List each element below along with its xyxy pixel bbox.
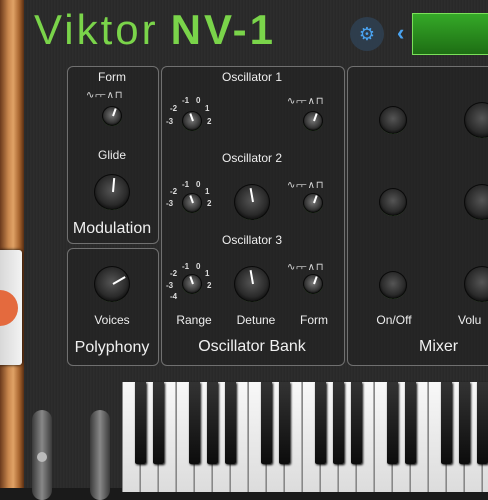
range-tick: -3 — [166, 199, 174, 208]
brand-name: Viktor — [34, 6, 159, 53]
osc3-form-knob[interactable] — [303, 274, 323, 294]
range-tick: -4 — [170, 292, 178, 301]
oscillator-bank-section-label: Oscillator Bank — [198, 338, 306, 355]
glide-label: Glide — [97, 148, 126, 162]
black-key[interactable] — [387, 382, 398, 464]
black-key[interactable] — [351, 382, 362, 464]
black-key[interactable] — [459, 382, 470, 464]
black-key[interactable] — [405, 382, 416, 464]
osc1-range-knob[interactable] — [182, 111, 202, 131]
black-key[interactable] — [135, 382, 146, 464]
waveform-icons: ∿ ⌐⌐ ∧ ⊓ — [287, 262, 324, 273]
model-name: NV-1 — [170, 6, 276, 53]
range-tick: 0 — [196, 96, 201, 105]
osc3-detune-knob[interactable] — [234, 266, 270, 302]
osc3-onoff-toggle[interactable] — [379, 271, 407, 299]
onoff-label: On/Off — [376, 313, 412, 327]
gear-icon: ⚙ — [358, 24, 376, 44]
range-tick: 1 — [205, 104, 210, 113]
side-tab-indicator — [0, 290, 18, 326]
range-tick: 2 — [207, 281, 212, 290]
black-key[interactable] — [189, 382, 200, 464]
osc3-range-knob[interactable] — [182, 274, 202, 294]
black-key[interactable] — [207, 382, 218, 464]
black-key[interactable] — [315, 382, 326, 464]
black-key[interactable] — [279, 382, 290, 464]
app-title: Viktor NV-1 — [34, 6, 276, 54]
pitch-wheel[interactable] — [32, 410, 52, 500]
osc2-range-knob[interactable] — [182, 193, 202, 213]
oscillator-3-label: Oscillator 3 — [221, 233, 283, 247]
black-key[interactable] — [333, 382, 344, 464]
modulation-section-label: Modulation — [72, 220, 152, 237]
pitch-wheel-marker — [37, 452, 47, 462]
voices-label: Voices — [94, 313, 130, 327]
side-tab[interactable] — [0, 250, 22, 365]
range-tick: 2 — [207, 117, 212, 126]
form-label: Form — [300, 313, 328, 327]
detune-label: Detune — [236, 313, 276, 327]
black-key[interactable] — [441, 382, 452, 464]
osc1-form-knob[interactable] — [303, 111, 323, 131]
range-tick: -2 — [170, 269, 178, 278]
black-key[interactable] — [261, 382, 272, 464]
range-tick: -2 — [170, 187, 178, 196]
black-key[interactable] — [477, 382, 488, 464]
waveform-icons: ∿ ⌐⌐ ∧ ⊓ — [287, 180, 324, 191]
black-key[interactable] — [153, 382, 164, 464]
oscillator-2-label: Oscillator 2 — [221, 151, 283, 165]
osc1-onoff-toggle[interactable] — [379, 106, 407, 134]
glide-knob[interactable] — [94, 174, 130, 210]
range-tick: 0 — [196, 180, 201, 189]
range-tick: -3 — [166, 117, 174, 126]
waveform-icons: ∿ ⌐⌐ ∧ ⊓ — [86, 90, 123, 101]
range-tick: 0 — [196, 262, 201, 271]
piano-keyboard[interactable] — [122, 382, 488, 492]
polyphony-section-label: Polyphony — [74, 339, 150, 356]
black-key[interactable] — [225, 382, 236, 464]
form-label: Form — [98, 70, 126, 84]
osc2-onoff-toggle[interactable] — [379, 188, 407, 216]
range-tick: -3 — [166, 281, 174, 290]
range-tick: 2 — [207, 199, 212, 208]
range-label: Range — [176, 313, 212, 327]
range-tick: 1 — [205, 187, 210, 196]
oscillator-1-label: Oscillator 1 — [221, 70, 283, 84]
range-tick: -1 — [182, 180, 190, 189]
wood-side-panel — [0, 0, 24, 488]
settings-button[interactable]: ⚙ — [350, 17, 384, 51]
voices-knob[interactable] — [94, 266, 130, 302]
mixer-section-label: Mixer — [419, 338, 459, 355]
range-tick: 1 — [205, 269, 210, 278]
volume-label: Volu — [458, 313, 482, 327]
preset-display[interactable] — [412, 13, 488, 55]
chevron-left-icon[interactable]: ‹ — [397, 20, 404, 46]
osc2-form-knob[interactable] — [303, 193, 323, 213]
form-knob[interactable] — [102, 106, 122, 126]
range-tick: -1 — [182, 262, 190, 271]
synth-panel: Viktor NV-1 ⚙ ‹ Form ∿ ⌐⌐ ∧ ⊓ Glide Modul… — [0, 0, 488, 500]
osc2-detune-knob[interactable] — [234, 184, 270, 220]
range-tick: -2 — [170, 104, 178, 113]
waveform-icons: ∿ ⌐⌐ ∧ ⊓ — [287, 96, 324, 107]
mod-wheel[interactable] — [90, 410, 110, 500]
range-tick: -1 — [182, 96, 190, 105]
